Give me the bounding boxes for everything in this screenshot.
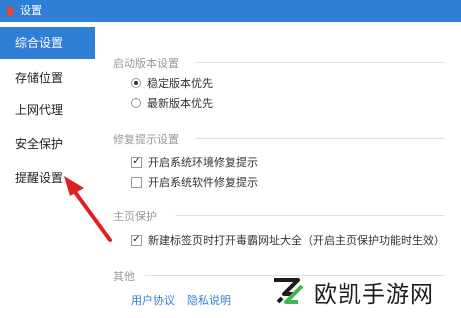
section-title-other: 其他 xyxy=(113,270,135,283)
section-divider xyxy=(195,62,445,63)
section-title-repair: 修复提示设置 xyxy=(113,133,179,146)
section-title-startup: 启动版本设置 xyxy=(113,57,179,70)
section-title-homepage: 主页保护 xyxy=(113,210,157,223)
watermark: 欧凯手游网 xyxy=(268,272,434,312)
sidebar-item-general[interactable]: 综合设置 xyxy=(0,27,95,59)
sidebar-item-proxy[interactable]: 上网代理 xyxy=(0,94,95,126)
checkbox[interactable] xyxy=(131,176,142,188)
radio-button[interactable] xyxy=(131,98,141,108)
checkbox-option-env-repair[interactable]: ✓ 开启系统环境修复提示 xyxy=(131,154,258,170)
checkmark-icon: ✓ xyxy=(132,234,141,245)
checkbox-label: 开启系统软件修复提示 xyxy=(148,176,258,189)
watermark-logo-icon xyxy=(274,278,304,304)
radio-option-latest[interactable]: 最新版本优先 xyxy=(131,95,213,111)
sidebar-item-security[interactable]: 安全保护 xyxy=(0,128,95,160)
checkbox-label: 新建标签页时打开毒霸网址大全（开启主页保护功能时生效） xyxy=(148,234,445,247)
checkbox-option-software-repair[interactable]: 开启系统软件修复提示 xyxy=(131,174,258,190)
checkbox-checked[interactable]: ✓ xyxy=(131,156,142,168)
window-title: 设置 xyxy=(20,4,42,17)
app-icon xyxy=(6,6,14,16)
checkmark-icon: ✓ xyxy=(132,156,141,167)
sidebar-item-reminder[interactable]: 提醒设置 xyxy=(0,162,95,194)
checkbox-checked[interactable]: ✓ xyxy=(131,234,142,246)
section-divider xyxy=(195,138,445,139)
sidebar-item-storage[interactable]: 存储位置 xyxy=(0,62,95,94)
privacy-policy-link[interactable]: 隐私说明 xyxy=(187,292,231,308)
title-bar: 设置 xyxy=(0,0,461,22)
user-agreement-link[interactable]: 用户协议 xyxy=(131,292,175,308)
watermark-text: 欧凯手游网 xyxy=(314,282,434,308)
section-divider xyxy=(175,215,445,216)
radio-label: 稳定版本优先 xyxy=(147,77,213,90)
radio-button-checked[interactable] xyxy=(131,78,141,88)
checkbox-label: 开启系统环境修复提示 xyxy=(148,156,258,169)
radio-label: 最新版本优先 xyxy=(147,97,213,110)
sidebar: 综合设置 存储位置 上网代理 安全保护 提醒设置 xyxy=(0,22,95,318)
radio-option-stable[interactable]: 稳定版本优先 xyxy=(131,75,213,91)
checkbox-option-new-tab[interactable]: ✓ 新建标签页时打开毒霸网址大全（开启主页保护功能时生效） xyxy=(131,232,445,248)
